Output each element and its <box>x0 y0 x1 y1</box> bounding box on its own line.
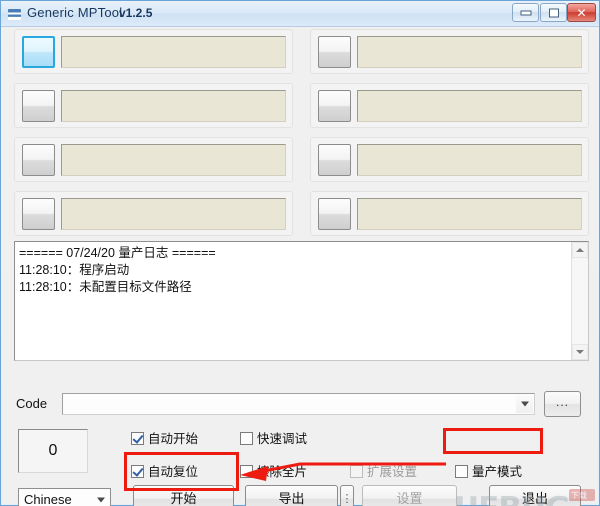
browse-button[interactable]: ... <box>544 391 581 417</box>
client-area: ====== 07/24/20 量产日志 ====== 11:28:10：程序启… <box>2 27 598 506</box>
close-button[interactable]: ✕ <box>567 3 596 22</box>
checkbox-auto-start[interactable]: 自动开始 <box>131 431 198 447</box>
slot-led-7[interactable] <box>22 198 55 230</box>
maximize-button[interactable] <box>540 3 567 22</box>
checkbox-label: 自动复位 <box>148 465 199 479</box>
device-slot-8[interactable] <box>310 191 589 236</box>
checkbox-extended-settings: 扩展设置 <box>350 464 417 480</box>
language-select[interactable]: Chinese <box>18 488 111 506</box>
log-text: ====== 07/24/20 量产日志 ====== 11:28:10：程序启… <box>19 246 216 294</box>
close-icon: ✕ <box>576 5 587 20</box>
language-value: Chinese <box>24 492 72 506</box>
slot-status-5 <box>61 144 286 176</box>
checkbox-box <box>240 432 253 445</box>
device-slot-1[interactable] <box>14 29 293 74</box>
slot-status-6 <box>357 144 582 176</box>
slot-status-2 <box>357 36 582 68</box>
code-label: Code <box>16 396 48 411</box>
device-slot-5[interactable] <box>14 137 293 182</box>
slot-status-1 <box>61 36 286 68</box>
checkbox-label: 擦除全片 <box>257 465 308 479</box>
more-options-button[interactable]: ⋮ <box>340 485 354 506</box>
application-window: Generic MPTool v1.2.5 ✕ ====== 07/24/20 … <box>0 0 600 506</box>
slot-status-8 <box>357 198 582 230</box>
vertical-dots-icon: ⋮ <box>341 493 353 505</box>
device-slot-3[interactable] <box>14 83 293 128</box>
scroll-up-icon[interactable] <box>572 242 588 258</box>
exit-button[interactable]: 退出 <box>489 485 581 506</box>
device-slot-6[interactable] <box>310 137 589 182</box>
log-scrollbar[interactable] <box>571 242 588 360</box>
slot-led-4[interactable] <box>318 90 351 122</box>
slot-status-7 <box>61 198 286 230</box>
counter-display: 0 <box>18 429 88 473</box>
app-root: Generic MPTool v1.2.5 ✕ ====== 07/24/20 … <box>0 0 600 506</box>
slot-led-3[interactable] <box>22 90 55 122</box>
slot-status-3 <box>61 90 286 122</box>
settings-button: 设置 <box>362 485 457 506</box>
window-title: Generic MPTool <box>27 5 123 20</box>
slot-led-2[interactable] <box>318 36 351 68</box>
checkbox-production-mode[interactable]: 量产模式 <box>455 464 522 480</box>
slot-status-4 <box>357 90 582 122</box>
slot-led-5[interactable] <box>22 144 55 176</box>
device-slot-4[interactable] <box>310 83 589 128</box>
slot-led-1[interactable] <box>22 36 55 68</box>
maximize-icon <box>548 8 559 17</box>
checkbox-label: 扩展设置 <box>367 465 418 479</box>
export-button[interactable]: 导出 <box>245 485 338 506</box>
checkbox-box <box>455 465 468 478</box>
device-slot-grid <box>14 29 589 241</box>
checkbox-box <box>350 465 363 478</box>
device-slot-2[interactable] <box>310 29 589 74</box>
app-icon <box>8 9 21 20</box>
chevron-down-icon[interactable] <box>516 395 533 413</box>
slot-led-6[interactable] <box>318 144 351 176</box>
window-version: v1.2.5 <box>119 6 153 20</box>
title-bar: Generic MPTool v1.2.5 ✕ <box>1 1 599 27</box>
minimize-icon <box>520 10 531 15</box>
device-slot-7[interactable] <box>14 191 293 236</box>
checkbox-erase-all[interactable]: 擦除全片 <box>240 464 307 480</box>
start-button[interactable]: 开始 <box>133 485 234 506</box>
checkbox-auto-reset[interactable]: 自动复位 <box>131 464 198 480</box>
checkbox-box <box>131 432 144 445</box>
checkbox-box <box>240 465 253 478</box>
log-panel[interactable]: ====== 07/24/20 量产日志 ====== 11:28:10：程序启… <box>14 241 589 361</box>
chevron-down-icon[interactable] <box>92 490 109 506</box>
slot-led-8[interactable] <box>318 198 351 230</box>
scroll-down-icon[interactable] <box>572 344 588 360</box>
code-input[interactable] <box>62 393 535 415</box>
checkbox-box <box>131 465 144 478</box>
checkbox-label: 量产模式 <box>472 465 523 479</box>
checkbox-label: 自动开始 <box>148 432 199 446</box>
checkbox-label: 快速调试 <box>257 432 308 446</box>
minimize-button[interactable] <box>512 3 539 22</box>
checkbox-quick-debug[interactable]: 快速调试 <box>240 431 307 447</box>
